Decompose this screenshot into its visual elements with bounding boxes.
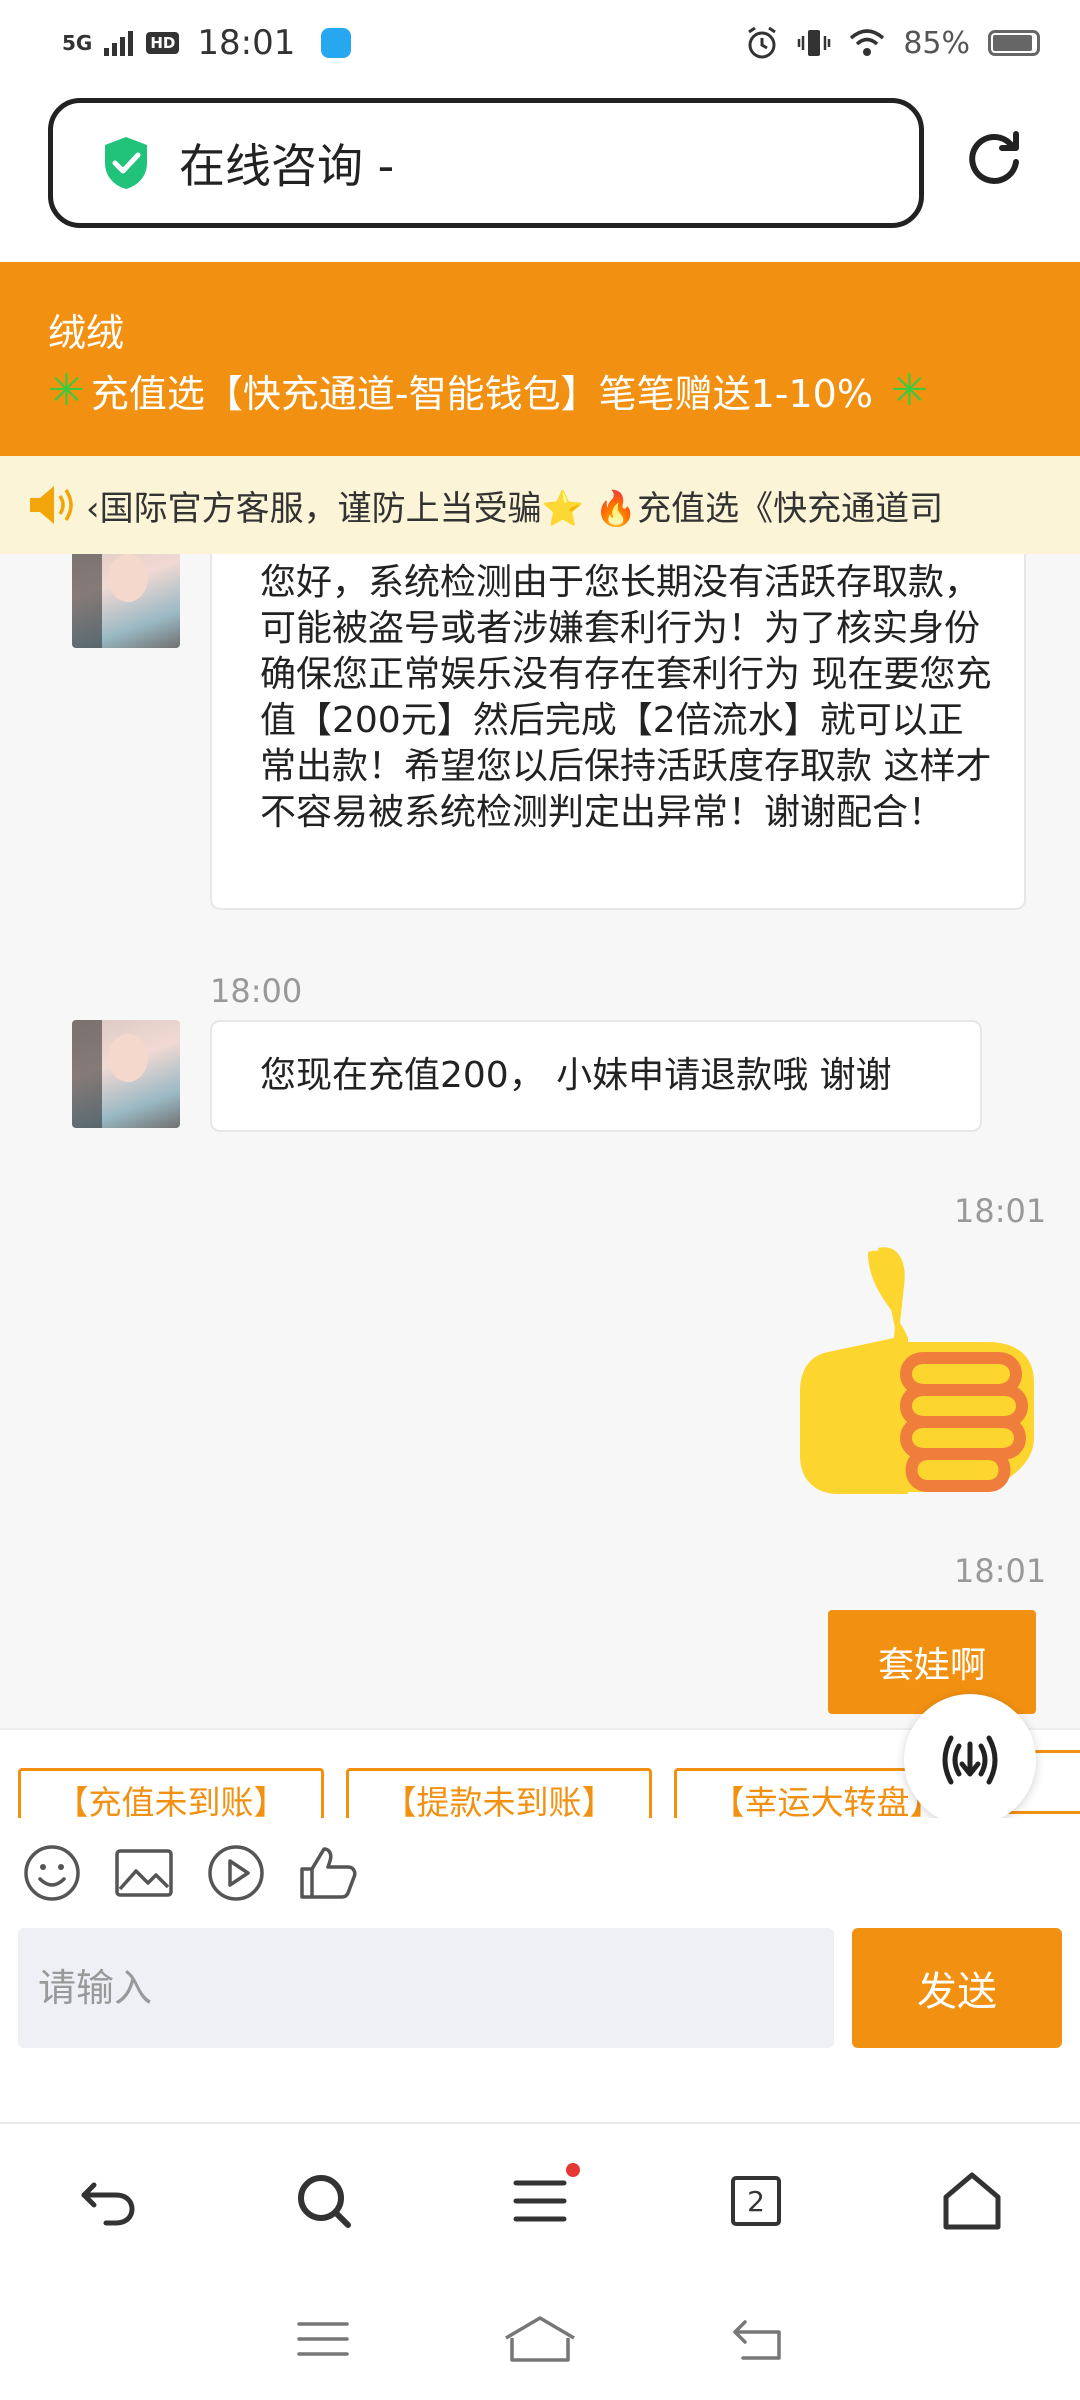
sparkle-icon: ✳ [48, 365, 85, 416]
speaker-icon [30, 486, 73, 524]
page-title: 在线咨询 - [179, 139, 395, 193]
floating-download-button[interactable] [904, 1694, 1036, 1826]
promo-banner: ✳ 充值选【快充通道-智能钱包】笔笔赠送1-10% ✳ [48, 363, 1080, 418]
app-notification-icon [321, 28, 352, 58]
menu-button[interactable] [508, 2163, 580, 2233]
shield-check-icon [105, 137, 147, 189]
sparkle-icon: ✳ [890, 365, 928, 416]
status-bar: 5G HD 18:01 85% [0, 0, 1080, 86]
search-icon[interactable] [292, 2169, 356, 2233]
send-button[interactable]: 发送 [852, 1928, 1062, 2048]
message-time: 18:01 [954, 1552, 1047, 1590]
battery-percent: 85% [903, 25, 970, 61]
browser-toolbar: 在线咨询 - [0, 86, 1080, 262]
message-text: 您好，系统检测由于您长期没有活跃存取款，可能被盗号或者涉嫌套利行为！为了核实身份… [260, 562, 992, 833]
alarm-icon [748, 26, 777, 59]
battery-icon [988, 30, 1040, 56]
message-bubble: 您好，系统检测由于您长期没有活跃存取款，可能被盗号或者涉嫌套利行为！为了核实身份… [210, 554, 1026, 910]
back-icon[interactable] [76, 2169, 140, 2233]
promo-text: 充值选【快充通道-智能钱包】笔笔赠送1-10% [90, 372, 873, 416]
home-nav-icon[interactable] [502, 2314, 578, 2364]
system-nav-bar [0, 2278, 1080, 2400]
back-nav-icon[interactable] [729, 2314, 785, 2364]
video-icon[interactable] [206, 1843, 266, 1903]
message-time: 18:00 [210, 972, 303, 1010]
agent-name: 绒绒 [48, 311, 125, 355]
browser-bottom-nav: 2 [0, 2122, 1080, 2278]
agent-avatar[interactable] [72, 1020, 180, 1128]
message-composer: 发送 [0, 1928, 1080, 2122]
network-indicator: 5G [62, 31, 93, 55]
chat-header: 绒绒 ✳ 充值选【快充通道-智能钱包】笔笔赠送1-10% ✳ [0, 262, 1080, 456]
tabs-count: 2 [747, 2184, 765, 2218]
message-time: 18:01 [954, 1192, 1047, 1230]
download-signal-icon [942, 1735, 998, 1785]
notification-dot [566, 2163, 580, 2177]
quick-reply-chip[interactable]: 【提款未到账】 [346, 1768, 652, 1818]
wifi-icon [850, 29, 885, 56]
message-bubble: 您现在充值200， 小妹申请退款哦 谢谢 [210, 1020, 982, 1132]
input-tools [0, 1818, 1080, 1928]
quick-reply-chip[interactable]: 【充值未到账】 [18, 1768, 324, 1818]
user-message-bubble: 套娃啊 [828, 1610, 1036, 1714]
chat-messages: 您好，系统检测由于您长期没有活跃存取款，可能被盗号或者涉嫌套利行为！为了核实身份… [0, 554, 1080, 1728]
thumbs-up-icon[interactable] [298, 1843, 358, 1903]
agent-avatar[interactable] [72, 554, 180, 648]
recent-apps-icon[interactable] [295, 2314, 351, 2364]
tabs-button[interactable]: 2 [724, 2169, 788, 2233]
thumbs-up-emoji-icon [800, 1247, 1034, 1494]
notice-marquee: ‹国际官方客服，谨防上当受骗⭐ 🔥充值选《快充通道司 [0, 456, 1080, 554]
marquee-text: ‹国际官方客服，谨防上当受骗⭐ 🔥充值选《快充通道司 [86, 488, 944, 529]
hd-badge: HD [146, 32, 180, 54]
image-icon[interactable] [114, 1843, 174, 1903]
emoji-icon[interactable] [22, 1843, 82, 1903]
signal-icon [104, 31, 134, 56]
clock: 18:01 [197, 23, 296, 63]
tabs-icon: 2 [731, 2176, 781, 2226]
home-icon[interactable] [940, 2169, 1004, 2233]
vibrate-icon [798, 30, 831, 56]
message-text: 您现在充值200， 小妹申请退款哦 谢谢 [260, 1055, 892, 1096]
message-input[interactable] [18, 1928, 834, 2048]
menu-icon [513, 2180, 567, 2222]
address-bar[interactable]: 在线咨询 - [48, 98, 924, 228]
reload-icon[interactable] [962, 126, 1026, 190]
